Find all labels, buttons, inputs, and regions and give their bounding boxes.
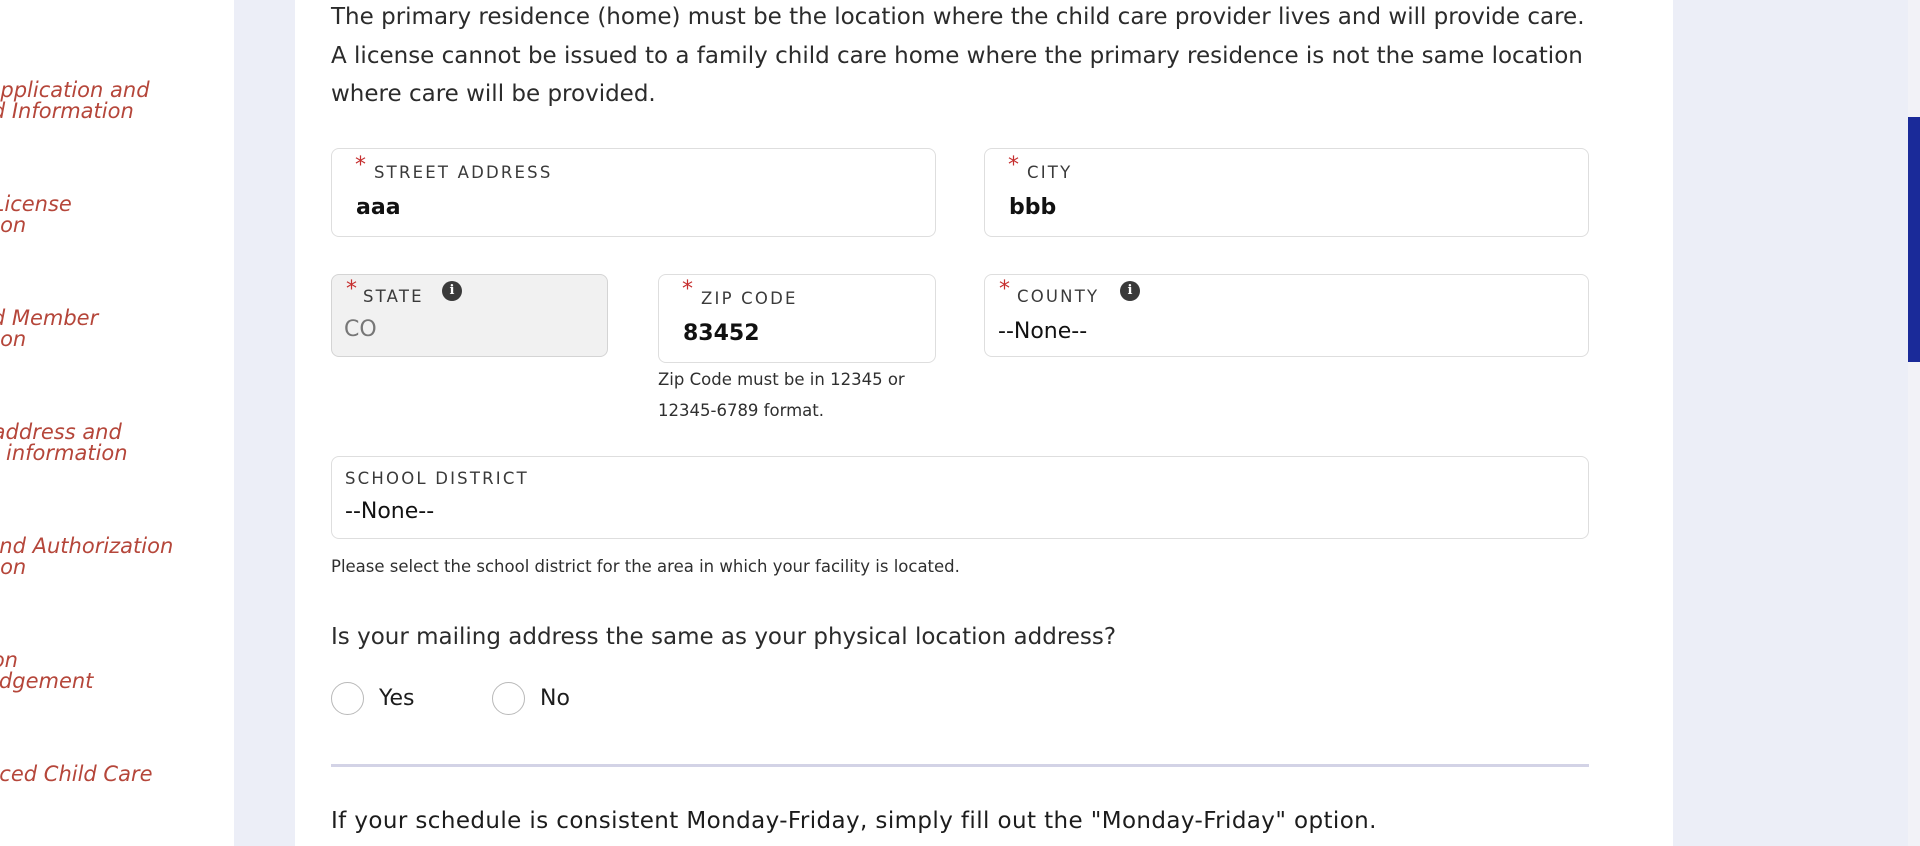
section-divider xyxy=(331,764,1589,767)
state-label: State xyxy=(363,287,424,306)
radio-label-yes[interactable]: Yes xyxy=(379,686,415,711)
step-letter: A xyxy=(0,50,150,72)
county-label: County xyxy=(1017,287,1100,306)
step-title[interactable]: address and g information xyxy=(0,422,128,464)
step-title-line: nced Child Care xyxy=(0,762,153,786)
sidebar-step-e[interactable]: E und Authorization tion xyxy=(0,506,173,578)
step-title[interactable]: ld Member tion xyxy=(0,308,98,350)
county-value: --None-- xyxy=(998,319,1088,344)
radio-label-no[interactable]: No xyxy=(540,686,570,711)
step-title-line: ld Information xyxy=(0,99,134,123)
step-title[interactable]: nced Child Care xyxy=(0,764,153,785)
required-mark: * xyxy=(682,277,693,302)
school-district-value: --None-- xyxy=(345,499,435,524)
sidebar-step-f[interactable]: F ion edgement xyxy=(0,620,93,692)
zip-code-help-line: 12345-6789 format. xyxy=(658,401,824,420)
step-title[interactable]: und Authorization tion xyxy=(0,536,173,578)
step-letter: F xyxy=(0,620,93,642)
step-letter: E xyxy=(0,506,173,528)
info-icon[interactable]: i xyxy=(1120,281,1140,301)
sidebar: A Application and ld Information B Licen… xyxy=(0,0,234,846)
step-title-line: tion xyxy=(0,555,27,579)
state-field: * State i CO xyxy=(331,274,608,357)
zip-code-help: Zip Code must be in 12345 or 12345-6789 … xyxy=(658,364,938,426)
form-card: The primary residence (home) must be the… xyxy=(295,0,1673,846)
mailing-address-question: Is your mailing address the same as your… xyxy=(331,624,1117,650)
state-value: CO xyxy=(344,317,377,342)
required-mark: * xyxy=(999,277,1010,302)
step-title-line: g information xyxy=(0,441,128,465)
school-district-help: Please select the school district for th… xyxy=(331,557,960,576)
street-address-field[interactable]: * Street Address aaa xyxy=(331,148,936,237)
city-value[interactable]: bbb xyxy=(1009,195,1056,220)
step-title[interactable]: Application and ld Information xyxy=(0,80,150,122)
schedule-instructions: If your schedule is consistent Monday-Fr… xyxy=(331,808,1377,834)
required-mark: * xyxy=(1008,153,1019,178)
step-title-line: tion xyxy=(0,327,27,351)
street-address-label: Street Address xyxy=(374,163,553,182)
zip-code-value[interactable]: 83452 xyxy=(683,321,760,346)
step-title-line: und Authorization xyxy=(0,534,174,558)
zip-code-label: Zip Code xyxy=(701,289,798,308)
city-field[interactable]: * City bbb xyxy=(984,148,1589,237)
step-letter: B xyxy=(0,164,72,186)
step-title[interactable]: License tion xyxy=(0,194,72,236)
required-mark: * xyxy=(346,277,357,302)
street-address-value[interactable]: aaa xyxy=(356,195,401,220)
scrollbar-thumb[interactable] xyxy=(1908,117,1920,362)
step-title-line: ld Member xyxy=(0,306,99,330)
step-title-line: Application and xyxy=(0,78,150,102)
info-icon[interactable]: i xyxy=(442,281,462,301)
mailing-same-yes-radio[interactable] xyxy=(331,682,364,715)
step-title-line: ion xyxy=(0,648,18,672)
step-title-line: edgement xyxy=(0,669,94,693)
step-letter: D xyxy=(0,392,128,414)
sidebar-step-d[interactable]: D address and g information xyxy=(0,392,128,464)
step-title[interactable]: ion edgement xyxy=(0,650,93,692)
sidebar-step-b[interactable]: B License tion xyxy=(0,164,72,236)
school-district-label: School District xyxy=(345,469,529,488)
zip-code-help-line: Zip Code must be in 12345 or xyxy=(658,370,905,389)
zip-code-field[interactable]: * Zip Code 83452 xyxy=(658,274,936,363)
step-letter: C xyxy=(0,278,98,300)
step-title-line: tion xyxy=(0,213,27,237)
city-label: City xyxy=(1027,163,1073,182)
step-title-line: address and xyxy=(0,420,122,444)
sidebar-step-g[interactable]: G nced Child Care xyxy=(0,734,153,785)
step-letter: G xyxy=(0,734,153,756)
school-district-select[interactable]: School District --None-- xyxy=(331,456,1589,539)
sidebar-step-a[interactable]: A Application and ld Information xyxy=(0,50,150,122)
sidebar-step-c[interactable]: C ld Member tion xyxy=(0,278,98,350)
step-title-line: License xyxy=(0,192,72,216)
county-select[interactable]: * County i --None-- xyxy=(984,274,1589,357)
mailing-same-no-radio[interactable] xyxy=(492,682,525,715)
intro-text: The primary residence (home) must be the… xyxy=(331,4,1585,107)
required-mark: * xyxy=(355,153,366,178)
